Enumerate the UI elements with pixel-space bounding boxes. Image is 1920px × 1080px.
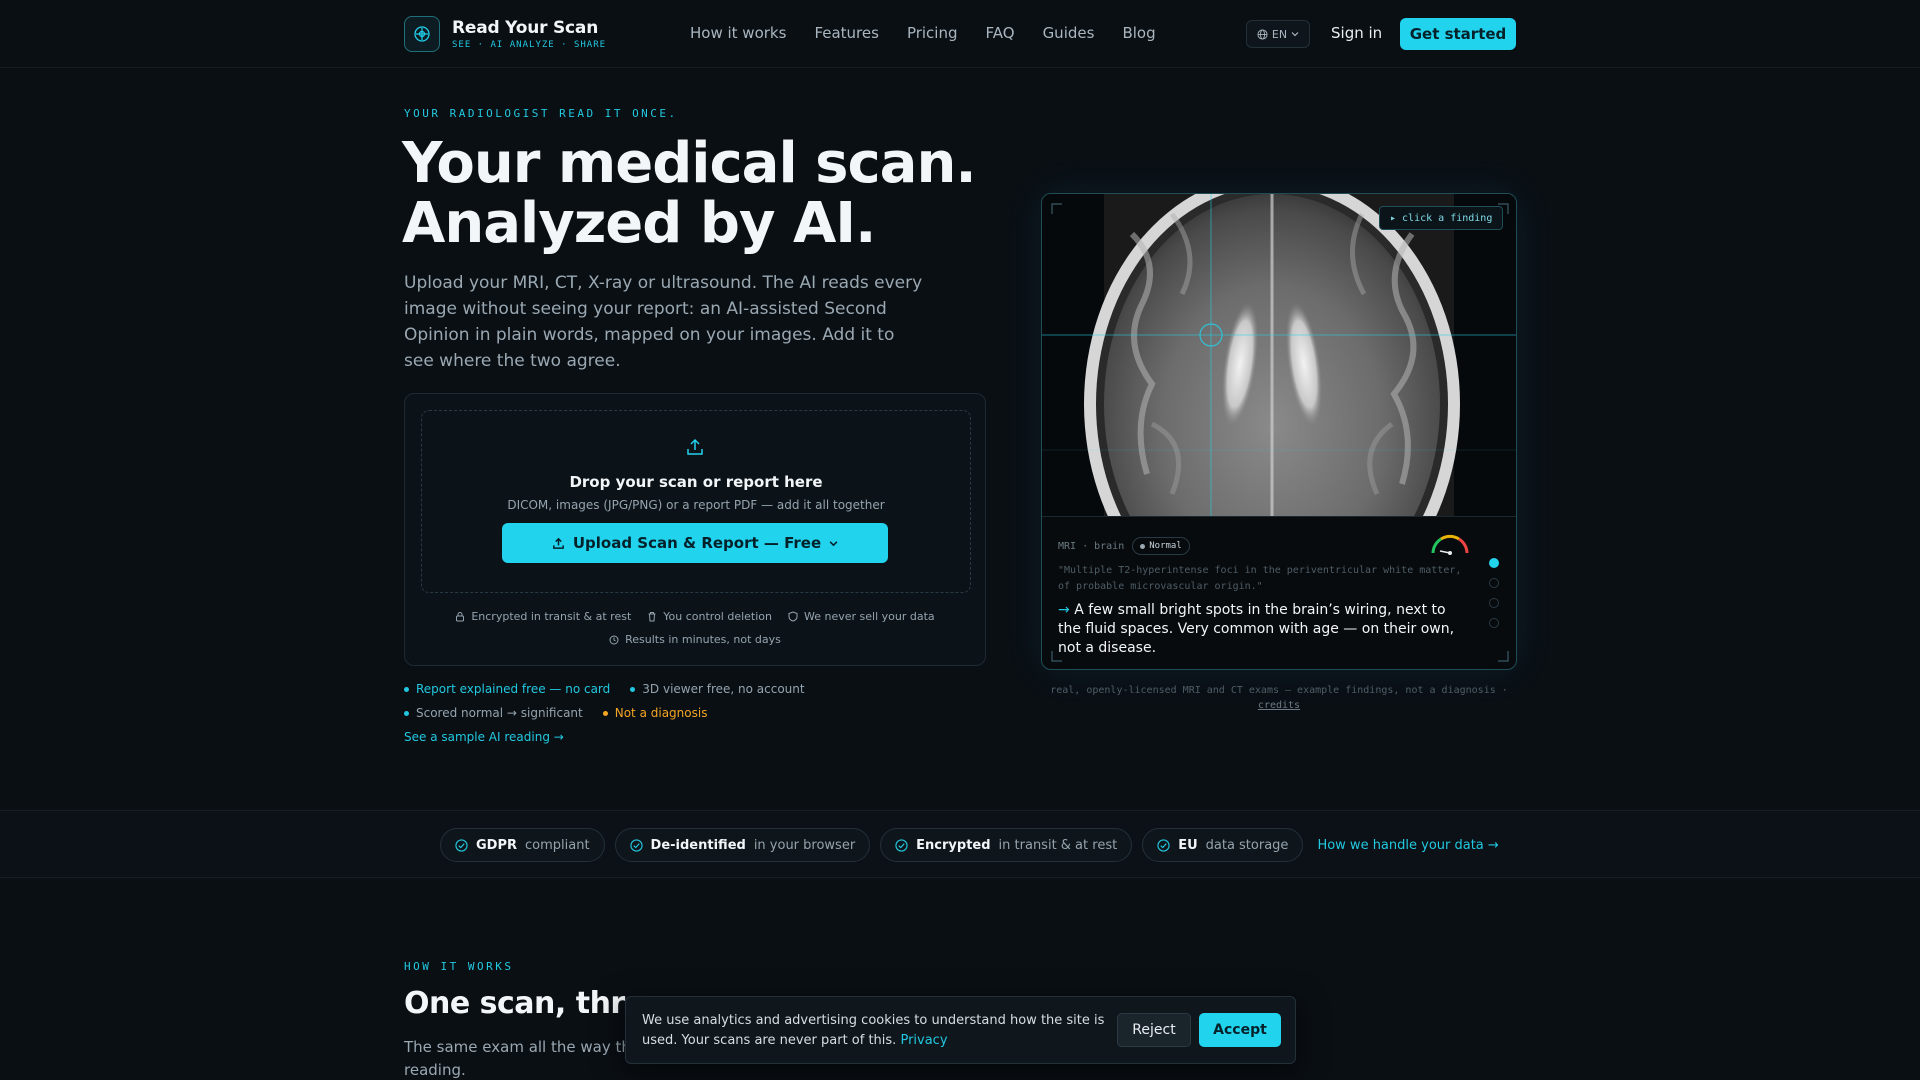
how-it-works-eyebrow: HOW IT WORKS — [404, 960, 514, 973]
language-selector[interactable]: EN — [1246, 20, 1310, 48]
trust-label: Encrypted in transit & at rest — [471, 610, 632, 623]
corner-brackets — [1051, 651, 1509, 662]
reject-cookies-button[interactable]: Reject — [1117, 1013, 1191, 1047]
pager-dot[interactable] — [1489, 558, 1499, 568]
nav-link-how-it-works[interactable]: How it works — [690, 24, 786, 42]
nav-link-faq[interactable]: FAQ — [986, 24, 1015, 42]
bullet-item: Report explained free — no card — [404, 682, 610, 696]
check-circle-icon — [629, 838, 643, 852]
language-label: EN — [1271, 27, 1288, 41]
trust-row-2: Results in minutes, not days — [405, 633, 985, 646]
dropzone-title: Drop your scan or report here — [569, 473, 823, 491]
headline-line-1: Your medical scan. — [402, 131, 977, 196]
compliance-chip-gdpr: GDPR compliant — [440, 828, 605, 862]
check-circle-icon — [895, 838, 908, 852]
accept-cookies-button[interactable]: Accept — [1199, 1013, 1281, 1047]
trust-item: You control deletion — [647, 610, 772, 623]
sign-in-link[interactable]: Sign in — [1331, 24, 1382, 42]
upload-card: Drop your scan or report here DICOM, ima… — [404, 393, 986, 666]
hero-headline: Your medical scan. Analyzed by AI. — [402, 134, 1002, 254]
upload-icon — [687, 438, 703, 455]
hero-bullets: Report explained free — no card 3D viewe… — [404, 682, 924, 730]
upload-icon — [552, 537, 564, 549]
nav-link-guides[interactable]: Guides — [1043, 24, 1095, 42]
nav-links: How it works Features Pricing FAQ Guides… — [690, 24, 1156, 42]
modality-label: MRI · brain Normal — [1058, 537, 1190, 555]
compliance-chip-encrypted: Encrypted in transit & at rest — [880, 828, 1133, 862]
severity-badge: Normal — [1132, 537, 1190, 555]
nav-link-blog[interactable]: Blog — [1122, 24, 1155, 42]
headline-line-2: Analyzed by AI. — [402, 191, 876, 256]
bullet-item: 3D viewer free, no account — [630, 682, 805, 696]
bullet-item: Scored normal → significant — [404, 706, 583, 720]
compliance-chip-deidentified: De-identified in your browser — [614, 828, 871, 862]
trust-row: Encrypted in transit & at rest You contr… — [405, 610, 985, 623]
pager-dot[interactable] — [1489, 578, 1499, 588]
finding-panel: MRI · brain Normal "Multiple T2-hyperint… — [1042, 516, 1516, 669]
upload-button-label: Upload Scan & Report — Free — [572, 534, 822, 552]
brand[interactable]: Read Your Scan SEE · AI ANALYZE · SHARE — [404, 16, 606, 52]
scan-viewer: ▸ click a finding MRI · brain Normal "Mu… — [1041, 193, 1517, 670]
check-circle-icon — [1157, 838, 1170, 852]
logo-icon — [404, 16, 440, 52]
cookie-message: We use analytics and advertising cookies… — [642, 1013, 1105, 1048]
brand-tagline: SEE · AI ANALYZE · SHARE — [452, 40, 607, 50]
trust-item: We never sell your data — [788, 610, 935, 623]
hero-eyebrow: YOUR RADIOLOGIST READ IT ONCE. — [404, 107, 678, 120]
top-nav: Read Your Scan SEE · AI ANALYZE · SHARE … — [0, 0, 1920, 68]
privacy-link[interactable]: Privacy — [900, 1033, 947, 1048]
lock-icon — [456, 612, 465, 622]
clock-icon — [609, 635, 619, 644]
pager-dot[interactable] — [1489, 618, 1499, 628]
nav-link-pricing[interactable]: Pricing — [907, 24, 958, 42]
mri-brain-image — [1042, 194, 1516, 634]
chevron-down-icon — [1291, 32, 1299, 37]
trust-label: You control deletion — [663, 610, 772, 623]
shield-icon — [788, 611, 798, 622]
scan-dropzone[interactable]: Drop your scan or report here DICOM, ima… — [421, 410, 971, 593]
finding-pager — [1489, 558, 1499, 628]
trash-icon — [648, 612, 656, 622]
pager-dot[interactable] — [1489, 598, 1499, 608]
chevron-down-icon — [829, 540, 838, 546]
data-handling-link[interactable]: How we handle your data → — [1317, 838, 1498, 853]
compliance-chip-eu: EU data storage — [1142, 828, 1304, 862]
trust-item: Results in minutes, not days — [609, 633, 781, 646]
brand-name: Read Your Scan — [452, 18, 599, 38]
viewer-caption: real, openly-licensed MRI and CT exams —… — [1050, 685, 1508, 711]
bullet-item-warning: Not a diagnosis — [602, 706, 707, 720]
upload-scan-button[interactable]: Upload Scan & Report — Free — [502, 523, 888, 563]
get-started-button[interactable]: Get started — [1400, 18, 1516, 50]
credits-link[interactable]: credits — [1258, 700, 1300, 711]
trust-label: We never sell your data — [804, 610, 935, 623]
arrow-icon: → — [1058, 602, 1070, 618]
cookie-banner: We use analytics and advertising cookies… — [625, 996, 1296, 1064]
mri-image-area[interactable]: ▸ click a finding — [1042, 194, 1516, 634]
hero-subtitle: Upload your MRI, CT, X-ray or ultrasound… — [404, 273, 923, 371]
trust-label: Results in minutes, not days — [625, 633, 781, 646]
trust-item: Encrypted in transit & at rest — [455, 610, 631, 623]
globe-icon — [1257, 28, 1268, 40]
dropzone-subtitle: DICOM, images (JPG/PNG) or a report PDF … — [507, 498, 885, 512]
nav-link-features[interactable]: Features — [814, 24, 879, 42]
sample-reading-link[interactable]: See a sample AI reading → — [404, 730, 564, 744]
check-circle-icon — [455, 838, 468, 852]
report-quote: "Multiple T2-hyperintense foci in the pe… — [1058, 565, 1462, 592]
compliance-strip: GDPR compliant De-identified in your brows… — [0, 810, 1920, 878]
severity-gauge-icon — [1431, 534, 1469, 555]
click-finding-tag[interactable]: ▸ click a finding — [1379, 206, 1504, 230]
